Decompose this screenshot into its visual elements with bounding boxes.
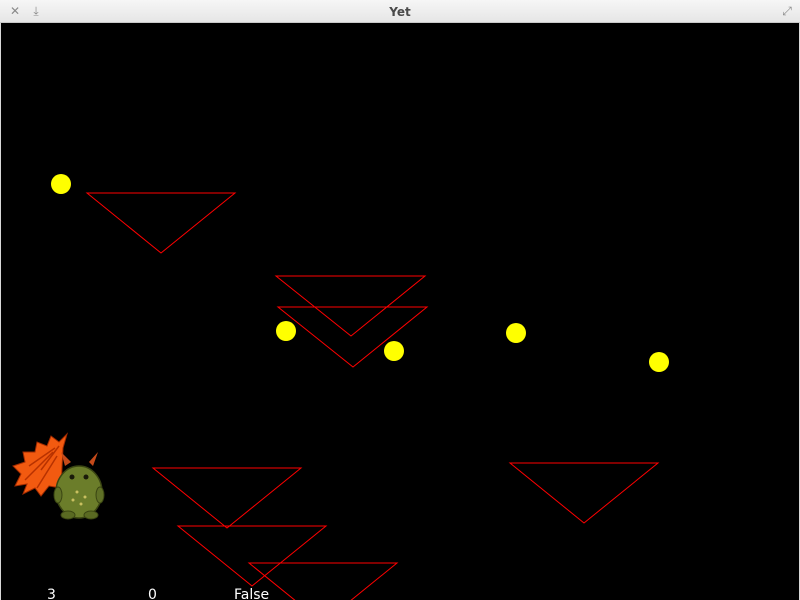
coin [51,174,71,194]
window-title: Yet [389,5,411,19]
coin [384,341,404,361]
score-counter: 0 [148,587,157,600]
coin [649,352,669,372]
lives-counter: 3 [47,587,56,600]
coin [506,323,526,343]
platform [176,525,328,587]
state-indicator: False [234,587,270,600]
maximize-icon[interactable]: ⤢ [780,4,794,18]
game-scene [12,174,669,600]
platform [508,462,660,524]
platform [151,467,303,529]
game-canvas[interactable]: 3 0 False [0,23,800,600]
platform [85,192,237,254]
coin [276,321,296,341]
platform [276,306,429,368]
title-bar: ✕ ⤓ Yet ⤢ [0,0,800,23]
platform [247,562,399,600]
game-window: ✕ ⤓ Yet ⤢ 3 0 False [0,0,800,600]
player-character [12,432,105,520]
